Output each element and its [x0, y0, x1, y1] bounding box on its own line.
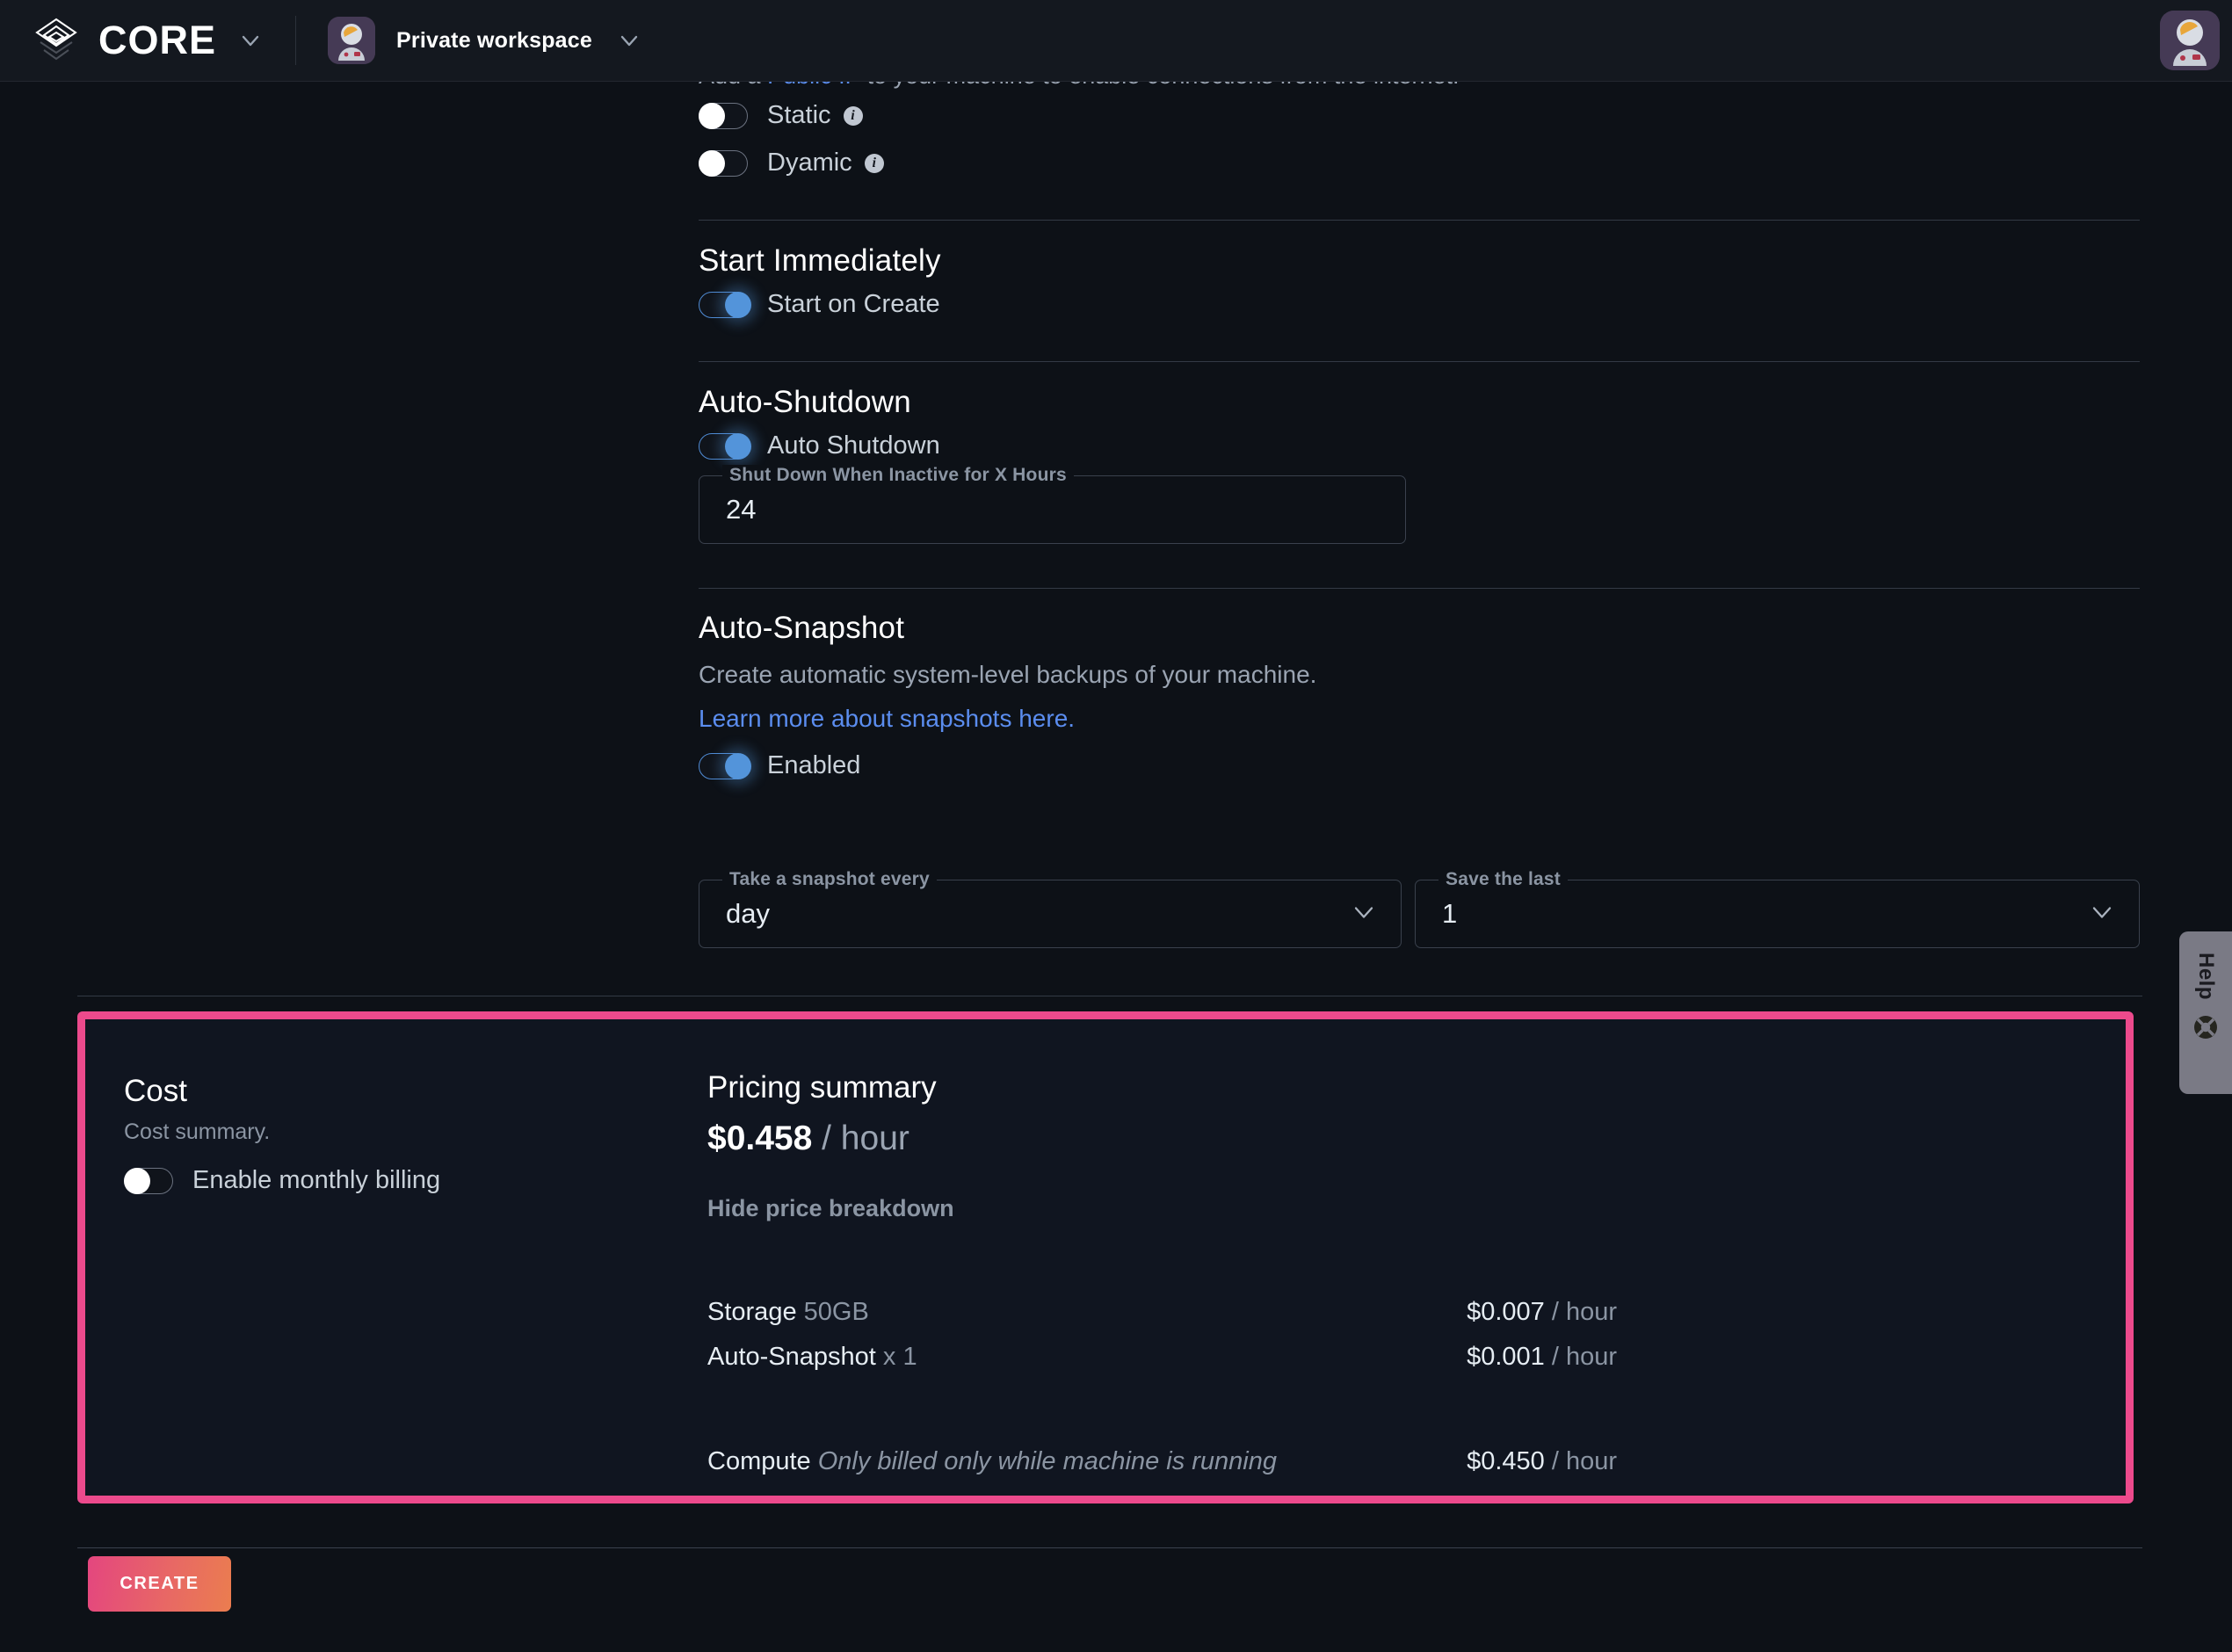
- toggle-knob: [725, 432, 751, 460]
- cost-panel: Cost Cost summary. Enable monthly billin…: [77, 1011, 2134, 1503]
- workspace-name: Private workspace: [396, 27, 592, 53]
- breakdown-item-amount: $0.450: [1467, 1447, 1545, 1475]
- breakdown-item-name: Auto-Snapshot x 1: [707, 1343, 917, 1372]
- shutdown-hours-legend: Shut Down When Inactive for X Hours: [722, 465, 1074, 486]
- start-on-create-label: Start on Create: [767, 290, 940, 318]
- breakdown-spacer: [707, 1388, 1617, 1447]
- workspace-chevron-down-icon[interactable]: [619, 30, 640, 51]
- shutdown-hours-field[interactable]: Shut Down When Inactive for X Hours 24: [699, 465, 1406, 544]
- price-breakdown-row: Storage 50GB $0.007 / hour: [707, 1298, 1617, 1327]
- breakdown-item-label: Compute: [707, 1447, 811, 1475]
- start-on-create-toggle[interactable]: [699, 291, 751, 318]
- section-divider: [699, 220, 2140, 221]
- create-button[interactable]: CREATE: [88, 1556, 231, 1612]
- toggle-knob: [699, 102, 725, 129]
- snapshot-frequency-select[interactable]: Take a snapshot every day: [699, 869, 1402, 948]
- header-divider: [295, 16, 297, 65]
- breakdown-item-unit: / hour: [1551, 1447, 1617, 1475]
- toggle-knob: [725, 291, 751, 318]
- form-footer-divider: [77, 1547, 2142, 1548]
- total-price: $0.458 / hour: [707, 1119, 2078, 1158]
- help-tab-button[interactable]: Help: [2179, 931, 2232, 1094]
- cost-subtitle: Cost summary.: [124, 1119, 271, 1144]
- brand-name: CORE: [98, 18, 217, 62]
- breakdown-item-amount: $0.001: [1467, 1343, 1545, 1371]
- breakdown-item-label: Storage: [707, 1298, 797, 1326]
- breakdown-item-price: $0.001 / hour: [1467, 1343, 1617, 1372]
- page-scroll-area[interactable]: Add a Public IP to your machine to enabl…: [0, 62, 2232, 1652]
- monthly-billing-label: Enable monthly billing: [192, 1166, 441, 1194]
- brand-chevron-down-icon[interactable]: [239, 29, 262, 52]
- static-ip-toggle[interactable]: [699, 102, 748, 129]
- breakdown-item-price: $0.450 / hour: [1467, 1447, 1617, 1476]
- auto-shutdown-title: Auto-Shutdown: [699, 385, 911, 419]
- breakdown-item-detail: 50GB: [803, 1298, 869, 1326]
- section-divider: [699, 588, 2140, 589]
- dynamic-ip-toggle-row: Dyamic i: [699, 149, 884, 178]
- breakdown-item-price: $0.007 / hour: [1467, 1298, 1617, 1327]
- static-ip-info-icon[interactable]: i: [843, 105, 863, 126]
- dynamic-ip-label: Dyamic: [767, 149, 852, 177]
- breakdown-item-detail: x 1: [882, 1343, 917, 1371]
- dynamic-ip-toggle[interactable]: [699, 149, 748, 177]
- snapshot-retention-value: 1: [1442, 898, 1458, 929]
- auto-snapshot-title: Auto-Snapshot: [699, 611, 905, 645]
- user-avatar[interactable]: [2160, 11, 2220, 70]
- breakdown-item-name: Compute Only billed only while machine i…: [707, 1447, 1277, 1476]
- auto-shutdown-toggle[interactable]: [699, 432, 751, 460]
- auto-snapshot-enabled-label: Enabled: [767, 751, 861, 779]
- monthly-billing-toggle-row: Enable monthly billing: [124, 1166, 669, 1195]
- auto-shutdown-label: Auto Shutdown: [767, 431, 940, 460]
- snapshot-retention-select[interactable]: Save the last 1: [1415, 869, 2140, 948]
- toggle-knob: [124, 1167, 150, 1194]
- price-breakdown-row: Auto-Snapshot x 1 $0.001 / hour: [707, 1343, 1617, 1372]
- lifebuoy-icon: [2192, 1014, 2219, 1045]
- brand-block: CORE: [30, 14, 262, 67]
- auto-shutdown-toggle-row: Auto Shutdown: [699, 431, 940, 460]
- breakdown-item-unit: / hour: [1551, 1298, 1617, 1326]
- total-price-amount: $0.458: [707, 1119, 813, 1157]
- breakdown-item-amount: $0.007: [1467, 1298, 1545, 1326]
- price-breakdown-list: Storage 50GB $0.007 / hour Auto-Snapshot…: [707, 1298, 1617, 1476]
- toggle-knob: [725, 752, 751, 779]
- toggle-knob: [699, 149, 725, 177]
- snapshot-frequency-chevron-down-icon[interactable]: [1352, 900, 1376, 929]
- breakdown-item-label: Auto-Snapshot: [707, 1343, 876, 1371]
- snapshot-frequency-value: day: [726, 898, 770, 929]
- auto-snapshot-learn-more-link[interactable]: Learn more about snapshots here.: [699, 705, 1075, 733]
- dynamic-ip-info-icon[interactable]: i: [864, 153, 884, 173]
- breakdown-item-unit: / hour: [1551, 1343, 1617, 1371]
- price-breakdown-row: Compute Only billed only while machine i…: [707, 1447, 1617, 1476]
- snapshot-retention-legend: Save the last: [1438, 869, 1568, 890]
- static-ip-label: Static: [767, 101, 831, 129]
- snapshot-retention-chevron-down-icon[interactable]: [2090, 900, 2114, 929]
- help-tab-label: Help: [2194, 953, 2218, 1001]
- cost-title: Cost: [124, 1074, 187, 1108]
- auto-snapshot-toggle[interactable]: [699, 752, 751, 779]
- static-ip-toggle-row: Static i: [699, 101, 863, 130]
- auto-snapshot-toggle-row: Enabled: [699, 751, 860, 780]
- start-immediately-title: Start Immediately: [699, 243, 941, 278]
- breakdown-item-detail: Only billed only while machine is runnin…: [817, 1447, 1278, 1475]
- breakdown-item-name: Storage 50GB: [707, 1298, 869, 1327]
- core-logo-icon: [30, 14, 83, 67]
- pricing-summary-title: Pricing summary: [707, 1070, 937, 1105]
- toggle-price-breakdown-button[interactable]: Hide price breakdown: [707, 1195, 2078, 1222]
- shutdown-hours-input[interactable]: 24: [726, 494, 756, 525]
- workspace-avatar: [328, 17, 376, 64]
- monthly-billing-toggle[interactable]: [124, 1167, 173, 1194]
- auto-snapshot-description: Create automatic system-level backups of…: [699, 661, 1317, 688]
- section-divider: [699, 361, 2140, 362]
- pricing-summary-block: Pricing summary $0.458 / hour Hide price…: [707, 1070, 2078, 1492]
- top-header-bar: CORE Private workspace: [0, 0, 2232, 82]
- snapshot-frequency-legend: Take a snapshot every: [722, 869, 937, 890]
- total-price-unit: / hour: [822, 1119, 909, 1157]
- cost-summary-block: Cost Cost summary. Enable monthly billin…: [124, 1074, 669, 1195]
- start-on-create-toggle-row: Start on Create: [699, 290, 940, 319]
